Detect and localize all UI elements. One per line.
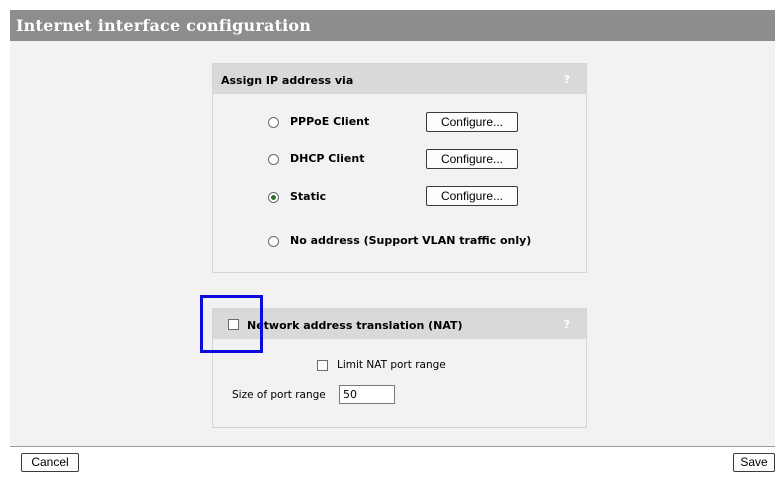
no-address-radio[interactable] — [268, 236, 279, 247]
nat-panel-title[interactable]: Network address translation (NAT) — [247, 319, 463, 332]
dhcp-radio[interactable] — [268, 154, 279, 165]
static-radio[interactable] — [268, 192, 279, 203]
static-label[interactable]: Static — [290, 190, 326, 203]
assign-ip-panel-title: Assign IP address via — [221, 74, 354, 87]
configure-pppoe-button[interactable]: Configure... — [426, 112, 518, 132]
cancel-button[interactable]: Cancel — [21, 453, 79, 472]
pppoe-radio[interactable] — [268, 117, 279, 128]
title-bar: Internet interface configuration — [10, 10, 775, 41]
pppoe-label[interactable]: PPPoE Client — [290, 115, 369, 128]
footer-divider — [10, 446, 775, 447]
page-title: Internet interface configuration — [16, 16, 312, 35]
nat-panel: Network address translation (NAT) ? Limi… — [212, 308, 587, 428]
nat-panel-header: Network address translation (NAT) ? — [213, 309, 586, 339]
configure-dhcp-button[interactable]: Configure... — [426, 149, 518, 169]
save-button[interactable]: Save — [733, 453, 775, 472]
dhcp-label[interactable]: DHCP Client — [290, 152, 364, 165]
nat-enable-checkbox[interactable] — [228, 319, 239, 330]
configure-static-button[interactable]: Configure... — [426, 186, 518, 206]
assign-ip-panel: Assign IP address via ? PPPoE Client Con… — [212, 63, 587, 273]
limit-nat-port-range-checkbox[interactable] — [317, 360, 328, 371]
port-range-size-input[interactable]: 50 — [339, 385, 395, 404]
help-icon[interactable]: ? — [564, 73, 570, 86]
limit-nat-port-range-label[interactable]: Limit NAT port range — [337, 359, 446, 371]
no-address-label[interactable]: No address (Support VLAN traffic only) — [290, 234, 531, 247]
port-range-size-label: Size of port range — [232, 389, 326, 401]
assign-ip-panel-header: Assign IP address via ? — [213, 64, 586, 94]
help-icon[interactable]: ? — [564, 318, 570, 331]
